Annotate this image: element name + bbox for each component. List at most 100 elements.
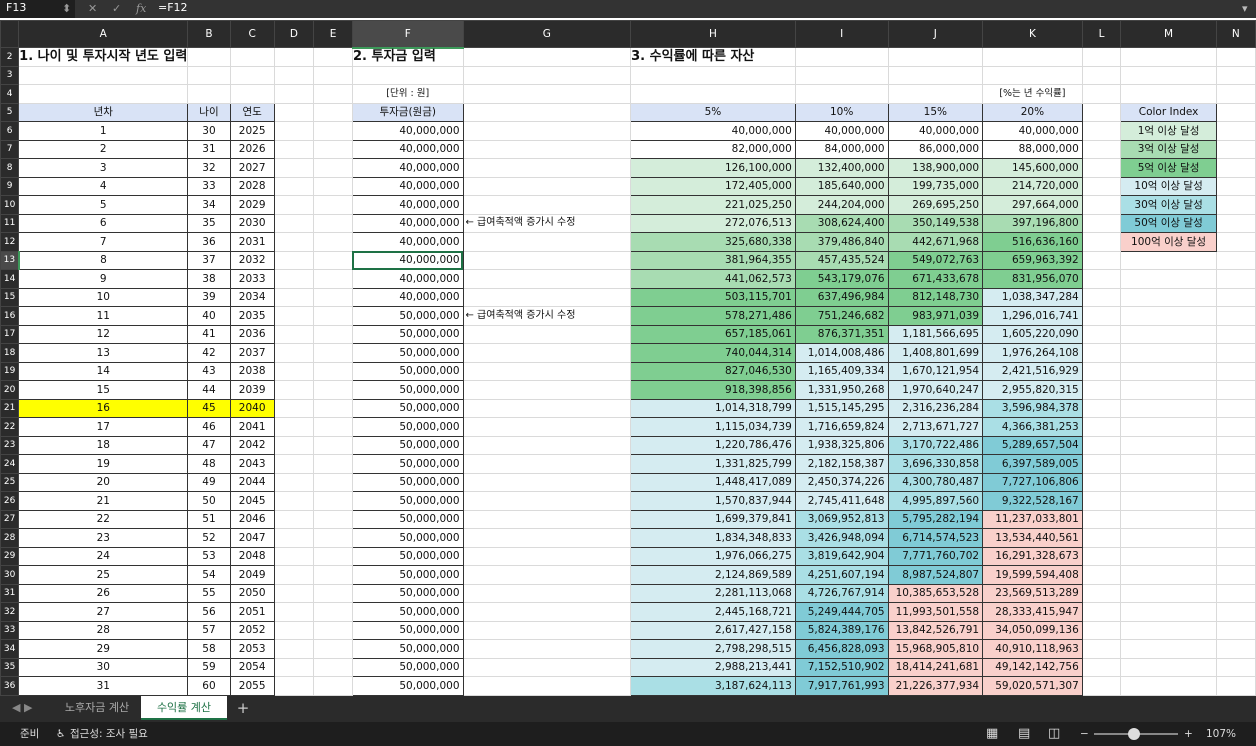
row-header-21[interactable]: 21 xyxy=(0,398,20,418)
cell-e8[interactable] xyxy=(313,158,353,178)
cell-j8[interactable]: 138,900,000 xyxy=(887,158,984,178)
cell-i32[interactable]: 5,249,444,705 xyxy=(794,602,889,622)
cell-l36[interactable] xyxy=(1081,676,1122,696)
cell-j25[interactable]: 4,300,780,487 xyxy=(887,472,984,492)
cell-h24[interactable]: 1,331,825,799 xyxy=(630,454,796,474)
enter-icon[interactable]: ✓ xyxy=(112,0,121,18)
cell-m13[interactable] xyxy=(1120,250,1217,270)
cell-b16[interactable]: 40 xyxy=(187,306,231,326)
cell-i2[interactable] xyxy=(794,47,889,67)
cell-f35[interactable]: 50,000,000 xyxy=(351,657,464,677)
cell-i13[interactable]: 457,435,524 xyxy=(794,250,889,270)
cell-a18[interactable]: 13 xyxy=(18,343,189,363)
cell-g24[interactable] xyxy=(462,454,632,474)
cell-j7[interactable]: 86,000,000 xyxy=(887,139,984,159)
cell-b24[interactable]: 48 xyxy=(187,454,231,474)
cell-a36[interactable]: 31 xyxy=(18,676,189,696)
cell-n3[interactable] xyxy=(1215,65,1256,85)
row-header-22[interactable]: 22 xyxy=(0,417,20,437)
cell-d34[interactable] xyxy=(273,639,315,659)
cell-e15[interactable] xyxy=(313,287,353,307)
cell-a5[interactable]: 년차 xyxy=(18,102,189,122)
cell-a14[interactable]: 9 xyxy=(18,269,189,289)
cell-d3[interactable] xyxy=(273,65,315,85)
cell-j27[interactable]: 5,795,282,194 xyxy=(887,509,984,529)
cell-l18[interactable] xyxy=(1081,343,1122,363)
cell-k25[interactable]: 7,727,106,806 xyxy=(982,472,1083,492)
cell-h5[interactable]: 5% xyxy=(630,102,796,122)
cell-l19[interactable] xyxy=(1081,361,1122,381)
cell-c17[interactable]: 2036 xyxy=(229,324,275,344)
cell-h3[interactable] xyxy=(630,65,796,85)
cell-h27[interactable]: 1,699,379,841 xyxy=(630,509,796,529)
cell-f5[interactable]: 투자금(원금) xyxy=(351,102,464,122)
cell-f2[interactable]: 2. 투자금 입력 xyxy=(351,47,464,67)
cell-j2[interactable] xyxy=(887,47,984,67)
row-header-35[interactable]: 35 xyxy=(0,657,20,677)
cell-j16[interactable]: 983,971,039 xyxy=(887,306,984,326)
column-header-l[interactable]: L xyxy=(1081,20,1122,48)
cell-g11[interactable]: ← 급여축적액 증가시 수정 xyxy=(462,213,632,233)
cell-d20[interactable] xyxy=(273,380,315,400)
cell-j10[interactable]: 269,695,250 xyxy=(887,195,984,215)
worksheet-grid[interactable]: A B C D E F G H I J K L M N 2 1. 나이 및 투자시작 년도 입력 2. 투자금 … xyxy=(0,20,1256,696)
cell-j28[interactable]: 6,714,574,523 xyxy=(887,528,984,548)
cell-d35[interactable] xyxy=(273,657,315,677)
cell-n25[interactable] xyxy=(1215,472,1256,492)
cell-g13[interactable] xyxy=(462,250,632,270)
cell-l10[interactable] xyxy=(1081,195,1122,215)
cell-l3[interactable] xyxy=(1081,65,1122,85)
cell-e7[interactable] xyxy=(313,139,353,159)
cell-d2[interactable] xyxy=(273,47,315,67)
cell-f18[interactable]: 50,000,000 xyxy=(351,343,464,363)
row-header-33[interactable]: 33 xyxy=(0,620,20,640)
cell-c31[interactable]: 2050 xyxy=(229,583,275,603)
cell-k28[interactable]: 13,534,440,561 xyxy=(982,528,1083,548)
cell-h7[interactable]: 82,000,000 xyxy=(630,139,796,159)
cell-f19[interactable]: 50,000,000 xyxy=(351,361,464,381)
cell-f21[interactable]: 50,000,000 xyxy=(351,398,464,418)
cell-a23[interactable]: 18 xyxy=(18,435,189,455)
column-header-f[interactable]: F xyxy=(351,20,464,49)
cell-e14[interactable] xyxy=(313,269,353,289)
cell-i33[interactable]: 5,824,389,176 xyxy=(794,620,889,640)
row-header-19[interactable]: 19 xyxy=(0,361,20,381)
cell-k6[interactable]: 40,000,000 xyxy=(982,121,1083,141)
cell-h29[interactable]: 1,976,066,275 xyxy=(630,546,796,566)
cell-g33[interactable] xyxy=(462,620,632,640)
cell-a25[interactable]: 20 xyxy=(18,472,189,492)
cell-j15[interactable]: 812,148,730 xyxy=(887,287,984,307)
cell-h15[interactable]: 503,115,701 xyxy=(630,287,796,307)
cell-k3[interactable] xyxy=(982,65,1083,85)
cell-k12[interactable]: 516,636,160 xyxy=(982,232,1083,252)
cell-h4[interactable] xyxy=(630,84,796,104)
column-header-i[interactable]: I xyxy=(794,20,889,48)
cell-j12[interactable]: 442,671,968 xyxy=(887,232,984,252)
cell-g27[interactable] xyxy=(462,509,632,529)
cell-c34[interactable]: 2053 xyxy=(229,639,275,659)
cell-f8[interactable]: 40,000,000 xyxy=(351,158,464,178)
cell-m26[interactable] xyxy=(1120,491,1217,511)
cell-j24[interactable]: 3,696,330,858 xyxy=(887,454,984,474)
cell-f12[interactable]: 40,000,000 xyxy=(351,232,464,252)
cell-b26[interactable]: 50 xyxy=(187,491,231,511)
cell-k14[interactable]: 831,956,070 xyxy=(982,269,1083,289)
row-header-12[interactable]: 12 xyxy=(0,232,20,252)
cell-i22[interactable]: 1,716,659,824 xyxy=(794,417,889,437)
cell-c14[interactable]: 2033 xyxy=(229,269,275,289)
cell-g25[interactable] xyxy=(462,472,632,492)
cell-c30[interactable]: 2049 xyxy=(229,565,275,585)
cancel-icon[interactable]: ✕ xyxy=(88,0,97,18)
cell-b12[interactable]: 36 xyxy=(187,232,231,252)
row-header-26[interactable]: 26 xyxy=(0,491,20,511)
cell-f13[interactable]: 40,000,000 xyxy=(351,250,464,270)
cell-k32[interactable]: 28,333,415,947 xyxy=(982,602,1083,622)
row-header-27[interactable]: 27 xyxy=(0,509,20,529)
cell-c6[interactable]: 2025 xyxy=(229,121,275,141)
cell-m23[interactable] xyxy=(1120,435,1217,455)
cell-k10[interactable]: 297,664,000 xyxy=(982,195,1083,215)
cell-l5[interactable] xyxy=(1081,102,1122,122)
cell-m18[interactable] xyxy=(1120,343,1217,363)
cell-e32[interactable] xyxy=(313,602,353,622)
column-header-n[interactable]: N xyxy=(1215,20,1256,48)
